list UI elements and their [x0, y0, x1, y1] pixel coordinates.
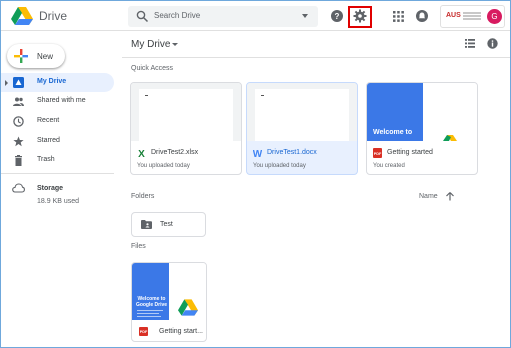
main-divider [122, 57, 510, 58]
chevron-down-icon[interactable] [172, 43, 178, 46]
drive-logo-icon[interactable] [11, 7, 33, 25]
avatar[interactable]: G [487, 9, 502, 24]
thumbnail-text: Welcome to Google Drive [135, 296, 168, 308]
quick-access-file-name: DriveTest2.xlsx [151, 149, 199, 156]
folder-name: Test [160, 221, 173, 228]
quick-access-card[interactable]: Welcome to PDF Getting started You creat… [366, 82, 478, 175]
people-icon [13, 97, 24, 106]
sidebar-item-label: My Drive [37, 78, 67, 85]
sidebar-item-recent[interactable]: Recent [1, 112, 114, 131]
svg-text:W: W [253, 149, 262, 158]
quick-access-file-subtitle: You uploaded today [137, 163, 190, 169]
storage-label: Storage [37, 185, 64, 192]
svg-text:X: X [138, 149, 145, 158]
files-label: Files [131, 243, 146, 250]
file-thumbnail: Welcome to Google Drive [132, 263, 206, 320]
sidebar-item-label: Starred [37, 137, 60, 144]
pdf-file-icon: PDF [373, 148, 382, 158]
file-thumbnail [131, 83, 241, 141]
new-button[interactable]: New [7, 44, 65, 68]
sidebar-item-starred[interactable]: Starred [1, 132, 114, 151]
expand-arrow-icon[interactable] [5, 80, 8, 86]
my-drive-icon [13, 77, 24, 88]
drive-logo-icon [443, 135, 457, 141]
svg-text:PDF: PDF [374, 152, 382, 156]
shared-folder-icon [141, 220, 152, 229]
folder-item[interactable]: Test [131, 212, 206, 237]
arrow-up-icon[interactable] [446, 192, 454, 201]
org-logo-subtext [463, 12, 481, 21]
quick-access-file-subtitle: You created [373, 163, 405, 169]
star-icon [13, 136, 24, 147]
quick-access-file-name: Getting started [387, 149, 433, 156]
sidebar-item-label: Recent [37, 117, 60, 124]
folders-label: Folders [131, 193, 155, 200]
search-bar[interactable]: Search Drive [128, 6, 318, 27]
search-input[interactable]: Search Drive [154, 11, 200, 20]
list-view-icon[interactable] [465, 39, 475, 48]
file-thumbnail [247, 83, 357, 141]
trash-icon [15, 155, 22, 166]
sort-by-name[interactable]: Name [419, 193, 438, 200]
plus-icon [14, 49, 28, 63]
quick-access-file-name: DriveTest1.docx [267, 149, 317, 156]
quick-access-card[interactable]: W DriveTest1.docx You uploaded today [246, 82, 358, 175]
sidebar-item-shared-with-me[interactable]: Shared with me [1, 92, 114, 111]
svg-text:PDF: PDF [140, 330, 148, 334]
pdf-file-icon: PDF [139, 327, 148, 336]
quick-access-file-subtitle: You uploaded today [253, 163, 306, 169]
notifications-icon[interactable] [415, 9, 429, 23]
top-bar: Drive Search Drive ? AUS G [1, 1, 510, 31]
new-button-label: New [37, 52, 54, 61]
sheets-file-icon: X [138, 149, 145, 158]
sidebar-item-my-drive[interactable]: My Drive [1, 73, 114, 92]
sidebar-item-label: Trash [37, 156, 55, 163]
file-name: Getting start... [159, 328, 203, 335]
search-icon[interactable] [136, 10, 149, 23]
file-item[interactable]: Welcome to Google Drive PDF Getting star… [131, 262, 207, 342]
word-file-icon: W [253, 149, 262, 158]
page-title[interactable]: My Drive [131, 39, 170, 50]
search-options-dropdown-icon[interactable] [302, 14, 308, 18]
svg-text:?: ? [335, 12, 340, 21]
clock-icon [13, 116, 24, 127]
help-icon[interactable]: ? [330, 9, 344, 23]
app-title: Drive [39, 9, 68, 23]
quick-access-card[interactable]: X DriveTest2.xlsx You uploaded today [130, 82, 242, 175]
storage-used-text: 18.9 KB used [37, 198, 80, 205]
quick-access-label: Quick Access [131, 65, 174, 72]
thumbnail-text: Welcome to [373, 129, 413, 136]
sidebar-item-trash[interactable]: Trash [1, 151, 114, 170]
gear-icon[interactable] [353, 9, 367, 23]
info-icon[interactable] [487, 38, 498, 49]
apps-grid-icon[interactable] [393, 11, 404, 22]
drive-logo-icon [178, 299, 198, 316]
org-logo: AUS [446, 12, 461, 19]
cloud-icon [12, 183, 25, 193]
sidebar-item-label: Shared with me [37, 97, 86, 104]
file-thumbnail: Welcome to [367, 83, 477, 141]
account-switcher[interactable]: AUS G [440, 5, 505, 28]
sidebar-divider [1, 173, 114, 174]
